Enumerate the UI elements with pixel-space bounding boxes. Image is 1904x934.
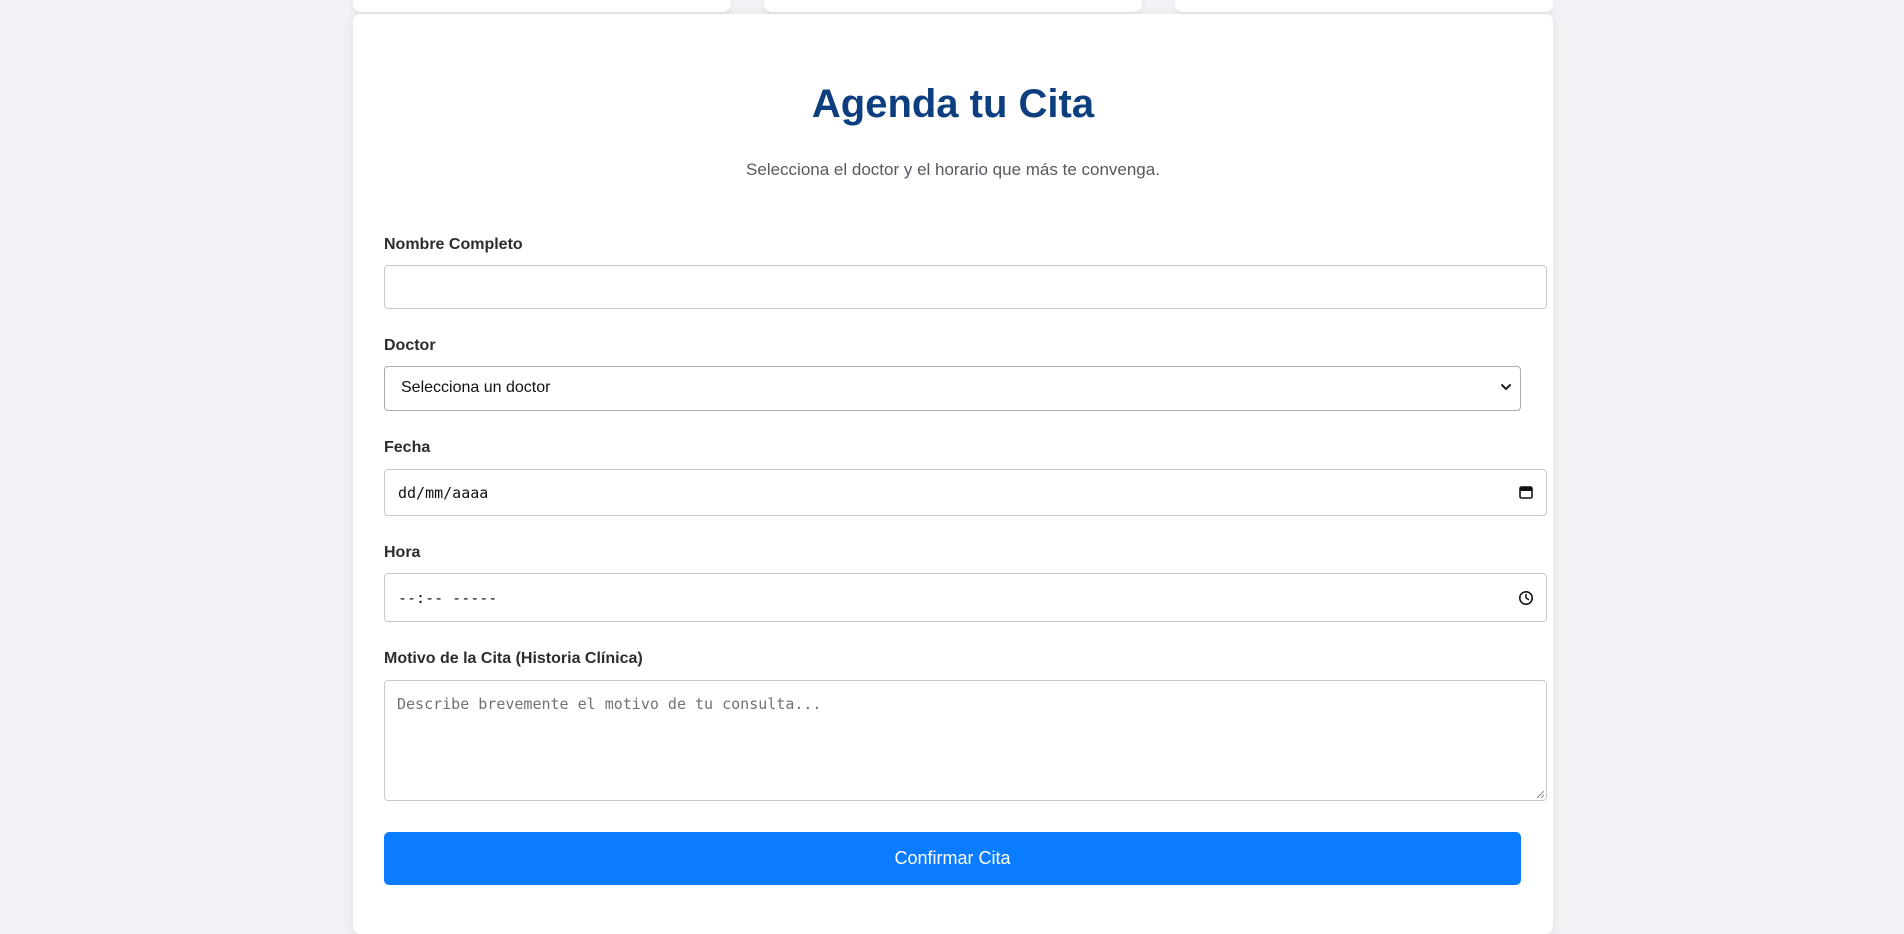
- appointment-form-card: Agenda tu Cita Selecciona el doctor y el…: [353, 14, 1553, 934]
- reason-textarea[interactable]: Describe brevemente el motivo de tu cons…: [384, 680, 1547, 801]
- time-value: --:-- -----: [398, 589, 498, 607]
- resize-grip-icon[interactable]: [1535, 789, 1545, 799]
- name-label: Nombre Completo: [384, 236, 523, 253]
- top-card-1: [353, 0, 731, 12]
- page-subtitle: Selecciona el doctor y el horario que má…: [746, 160, 1160, 179]
- date-label: Fecha: [384, 439, 431, 456]
- date-value: dd/mm/aaaa: [398, 484, 489, 502]
- date-input[interactable]: dd/mm/aaaa: [384, 469, 1547, 516]
- time-label: Hora: [384, 544, 421, 561]
- time-input[interactable]: --:-- -----: [384, 573, 1547, 622]
- doctor-label: Doctor: [384, 337, 436, 354]
- full-name-input[interactable]: [384, 265, 1547, 309]
- reason-placeholder: Describe brevemente el motivo de tu cons…: [397, 695, 822, 713]
- doctor-select[interactable]: Selecciona un doctor: [384, 366, 1521, 411]
- top-card-3: [1175, 0, 1553, 12]
- chevron-down-icon: [1501, 384, 1511, 390]
- doctor-select-value: Selecciona un doctor: [401, 379, 551, 396]
- reason-label: Motivo de la Cita (Historia Clínica): [384, 650, 643, 667]
- calendar-icon[interactable]: [1518, 484, 1534, 500]
- page-title: Agenda tu Cita: [811, 82, 1095, 126]
- confirm-appointment-button[interactable]: Confirmar Cita: [384, 832, 1521, 885]
- top-card-2: [764, 0, 1142, 12]
- clock-icon[interactable]: [1518, 590, 1534, 606]
